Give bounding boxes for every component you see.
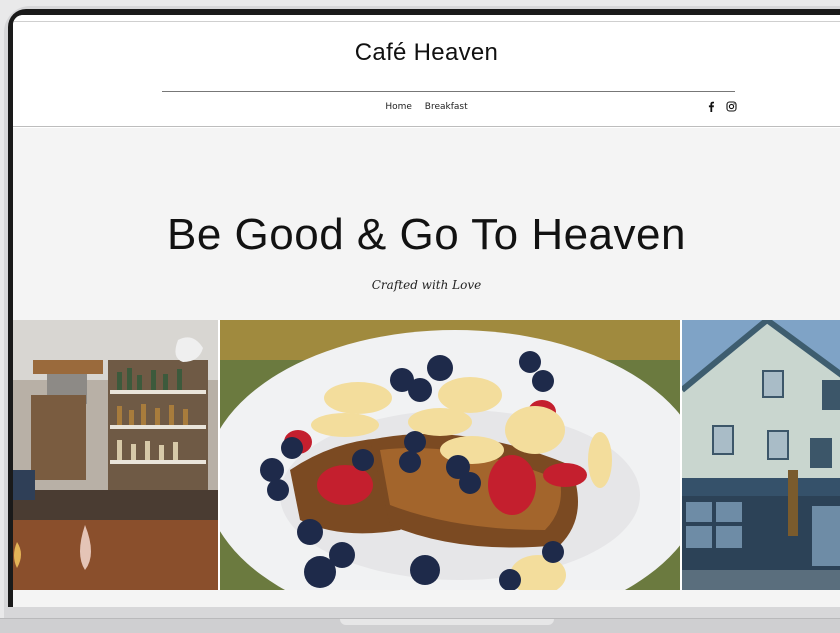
cafe-building-painting[interactable] — [682, 320, 840, 590]
hero-tagline: Crafted with Love — [371, 278, 482, 292]
hero-section: Be Good & Go To Heaven Crafted with Love — [13, 128, 840, 320]
site-title[interactable]: Café Heaven — [13, 39, 840, 67]
laptop-base — [0, 618, 840, 633]
browser-viewport: Café Heaven Home Breakfast Be Good & Go … — [13, 15, 840, 607]
nav-item-breakfast[interactable]: Breakfast — [425, 102, 468, 112]
facebook-icon[interactable] — [705, 100, 717, 112]
photo-gallery — [13, 320, 840, 590]
social-links — [705, 100, 737, 112]
site-header: Café Heaven Home Breakfast — [13, 15, 840, 127]
page-bottom-strip — [13, 590, 840, 607]
french-toast-photo[interactable] — [220, 320, 680, 590]
bar-interior-photo[interactable] — [13, 320, 218, 590]
nav-item-home[interactable]: Home — [385, 102, 412, 112]
laptop-base-notch — [340, 619, 554, 625]
hero-headline: Be Good & Go To Heaven — [167, 210, 686, 259]
instagram-icon[interactable] — [725, 100, 737, 112]
header-top-border — [13, 21, 840, 22]
header-divider — [162, 91, 735, 92]
